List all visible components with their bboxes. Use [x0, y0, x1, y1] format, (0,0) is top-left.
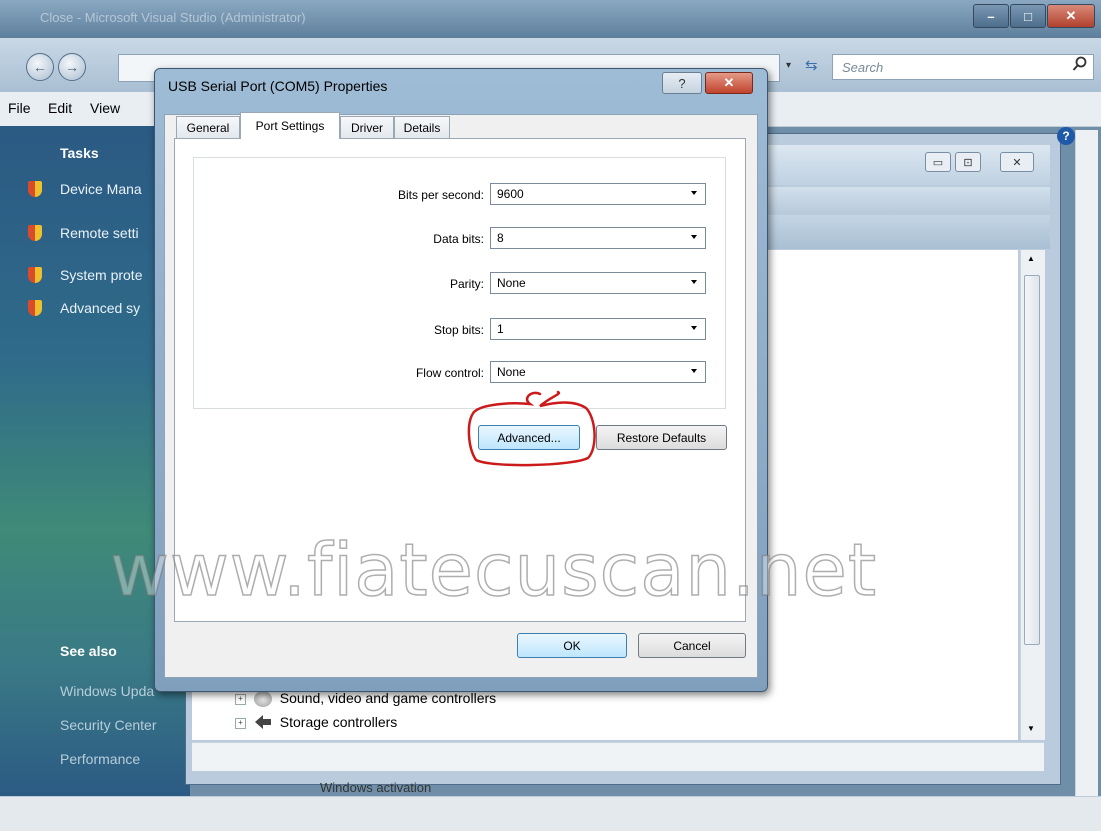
- scroll-down-icon[interactable]: ▼: [1027, 724, 1035, 733]
- chevron-down-icon: [691, 191, 697, 195]
- dialog-title: USB Serial Port (COM5) Properties: [168, 78, 388, 94]
- forward-button[interactable]: →: [58, 53, 86, 81]
- menu-view[interactable]: View: [90, 100, 120, 116]
- restore-defaults-button[interactable]: Restore Defaults: [596, 425, 727, 450]
- select-value: None: [497, 276, 526, 290]
- shield-icon: [28, 181, 42, 200]
- maximize-button[interactable]: □: [1010, 4, 1046, 28]
- refresh-icon[interactable]: ⇆: [805, 56, 818, 74]
- back-button[interactable]: ←: [26, 53, 54, 81]
- tasks-heading: Tasks: [60, 145, 99, 161]
- main-statusbar: [0, 796, 1101, 831]
- minimize-button[interactable]: –: [973, 4, 1009, 28]
- device-manager-header: [760, 215, 1050, 249]
- task-advanced-system[interactable]: Advanced sy: [60, 300, 140, 316]
- chevron-down-icon: [691, 280, 697, 284]
- tree-row[interactable]: + Sound, video and game controllers: [235, 690, 497, 708]
- tab-details[interactable]: Details: [394, 116, 450, 138]
- main-scrollbar[interactable]: [1075, 130, 1098, 798]
- stop-bits-select[interactable]: 1: [490, 318, 706, 340]
- highlight-annotation: [467, 390, 596, 467]
- data-bits-label: Data bits:: [433, 232, 484, 246]
- device-manager-statusbar: [192, 742, 1044, 771]
- tree-label: Sound, video and game controllers: [279, 690, 497, 706]
- bits-per-second-select[interactable]: 9600: [490, 183, 706, 205]
- shield-icon: [28, 267, 42, 286]
- ok-button[interactable]: OK: [517, 633, 627, 658]
- outer-window-title: Close - Microsoft Visual Studio (Adminis…: [40, 10, 306, 25]
- menu-file[interactable]: File: [8, 100, 31, 116]
- parity-select[interactable]: None: [490, 272, 706, 294]
- flow-control-select[interactable]: None: [490, 361, 706, 383]
- dm-restore-button[interactable]: ⊡: [955, 152, 981, 172]
- back-arrow-icon: ←: [33, 59, 47, 75]
- storage-icon: [254, 714, 272, 733]
- speaker-icon: [253, 691, 272, 708]
- windows-activation-label: Windows activation: [320, 780, 432, 795]
- tab-driver[interactable]: Driver: [340, 116, 394, 138]
- dialog-close-button[interactable]: ✕: [705, 72, 753, 94]
- select-value: None: [497, 365, 526, 379]
- chevron-down-icon: [691, 326, 697, 330]
- select-value: 9600: [497, 187, 524, 201]
- shield-icon: [28, 300, 42, 319]
- select-value: 1: [497, 322, 504, 336]
- link-performance[interactable]: Performance: [60, 751, 140, 767]
- dm-minimize-button[interactable]: ▭: [925, 152, 951, 172]
- task-device-manager[interactable]: Device Mana: [60, 181, 142, 197]
- menu-edit[interactable]: Edit: [48, 100, 72, 116]
- scrollbar-thumb[interactable]: [1024, 275, 1040, 645]
- see-also-heading: See also: [60, 643, 117, 659]
- data-bits-select[interactable]: 8: [490, 227, 706, 249]
- dialog-help-button[interactable]: ?: [662, 72, 702, 94]
- help-icon[interactable]: ?: [1057, 127, 1075, 145]
- watermark-text: www.fiatecuscan.net: [109, 527, 878, 613]
- link-security-center[interactable]: Security Center: [60, 717, 156, 733]
- search-icon[interactable]: [1072, 56, 1088, 76]
- search-placeholder: Search: [842, 60, 884, 75]
- cancel-button[interactable]: Cancel: [638, 633, 746, 658]
- parity-label: Parity:: [449, 277, 484, 291]
- forward-arrow-icon: →: [65, 59, 79, 75]
- device-manager-toolbar: [760, 187, 1050, 213]
- dm-close-button[interactable]: ✕: [1000, 152, 1034, 172]
- bits-per-second-label: Bits per second:: [397, 188, 484, 202]
- link-windows-update[interactable]: Windows Upda: [60, 683, 154, 699]
- shield-icon: [28, 225, 42, 244]
- close-window-button[interactable]: ✕: [1047, 4, 1095, 28]
- stop-bits-label: Stop bits:: [433, 323, 484, 337]
- chevron-down-icon: [691, 235, 697, 239]
- tab-general[interactable]: General: [176, 116, 240, 138]
- tree-row[interactable]: + Storage controllers: [235, 714, 397, 733]
- tree-label: Storage controllers: [279, 714, 398, 731]
- scroll-up-icon[interactable]: ▲: [1027, 254, 1035, 263]
- address-dropdown-icon[interactable]: ▾: [786, 60, 791, 71]
- expand-icon[interactable]: +: [235, 718, 246, 729]
- select-value: 8: [497, 231, 504, 245]
- expand-icon[interactable]: +: [235, 693, 246, 705]
- tab-port-settings[interactable]: Port Settings: [240, 112, 340, 139]
- chevron-down-icon: [691, 369, 697, 373]
- task-system-protection[interactable]: System prote: [60, 267, 142, 283]
- task-remote-settings[interactable]: Remote setti: [60, 225, 139, 241]
- flow-control-label: Flow control:: [415, 366, 484, 380]
